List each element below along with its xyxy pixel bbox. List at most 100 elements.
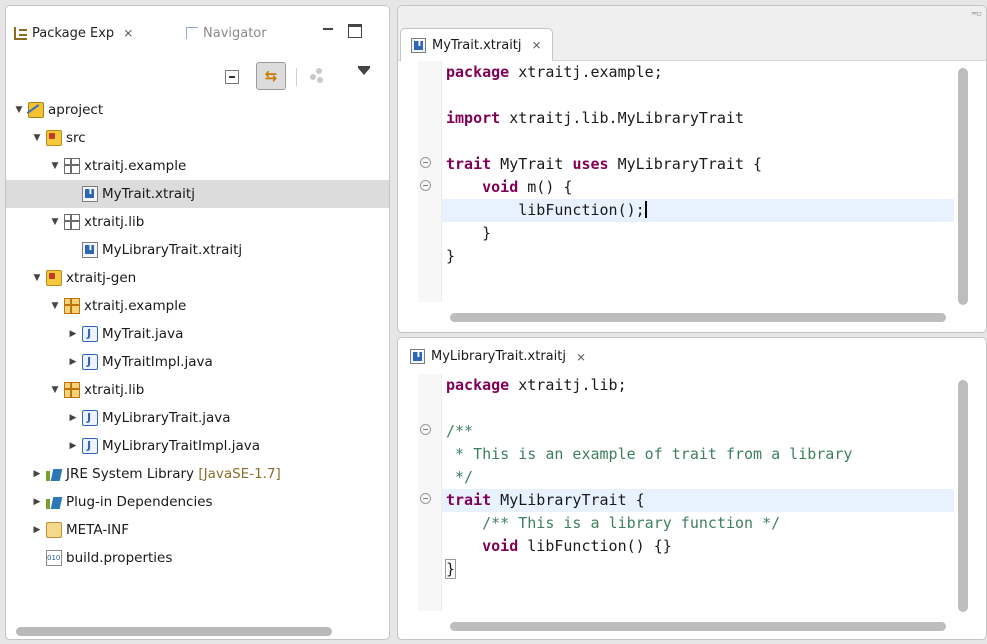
fold-toggle-icon[interactable] [420,180,431,191]
navigator-icon [186,27,198,39]
code-keyword: trait [446,491,492,509]
expanded-arrow-icon[interactable]: ▼ [50,217,60,227]
java-file-icon [82,438,98,454]
tree-item[interactable]: ▶ JRE System Library [JavaSE-1.7] [6,460,389,488]
tab-navigator-label: Navigator [203,25,267,41]
java-file-icon [82,326,98,342]
editor-area-controls-icon[interactable]: ═▫ [972,9,982,18]
tree-item-label: build.properties [66,550,173,566]
code-editor[interactable]: package xtraitj.example; import xtraitj.l… [418,61,954,302]
tree-item-label: MyTrait.java [102,326,184,342]
code-text: xtraitj.example; [509,63,663,81]
horizontal-scrollbar[interactable] [16,627,332,636]
code-line: * This is an example of trait from a lib… [442,443,954,466]
collapsed-arrow-icon[interactable]: ▶ [68,329,78,339]
focus-on-active-task-icon[interactable] [310,68,328,86]
close-icon[interactable]: ⨯ [532,38,542,52]
tree-item[interactable]: ▼ xtraitj-gen [6,264,389,292]
tree-item[interactable]: ▶ MyLibraryTraitImpl.java [6,432,389,460]
maximize-icon[interactable] [348,24,362,38]
code-text: libFunction(); [446,201,645,219]
fold-toggle-icon[interactable] [420,493,431,504]
code-line: } [442,558,954,581]
tree-item[interactable]: build.properties [6,544,389,572]
collapsed-arrow-icon[interactable]: ▶ [32,469,42,479]
tree-item[interactable]: ▶ MyTrait.java [6,320,389,348]
java-file-icon [82,410,98,426]
tree-item-label: Plug-in Dependencies [66,494,213,510]
generated-package-icon [64,382,80,398]
code-text: } [444,559,457,579]
tree-item-label: xtraitj.example [84,158,187,174]
fold-toggle-icon[interactable] [420,424,431,435]
code-line: package xtraitj.example; [442,61,954,84]
tree-item[interactable]: ▼ xtraitj.example [6,292,389,320]
link-with-editor-icon[interactable]: ⇆ [256,62,286,90]
library-icon [46,494,62,510]
expanded-arrow-icon[interactable]: ▼ [50,385,60,395]
tree-item[interactable]: ▶ MyLibraryTrait.java [6,404,389,432]
editor-tab-mytrait[interactable]: MyTrait.xtraitj ⨯ [400,28,553,61]
tree-item-label: src [66,130,86,146]
generated-package-icon [64,298,80,314]
tree-item-label: MyTrait.xtraitj [102,186,195,202]
fold-toggle-icon[interactable] [420,157,431,168]
editor-tab-mylibrarytrait[interactable]: MyLibraryTrait.xtraitj ⨯ [400,340,597,373]
collapsed-arrow-icon[interactable]: ▶ [68,357,78,367]
expanded-arrow-icon[interactable]: ▼ [50,301,60,311]
vertical-scrollbar[interactable] [958,68,968,305]
code-text: } [446,224,492,242]
tree-item[interactable]: ▶ MyTraitImpl.java [6,348,389,376]
expanded-arrow-icon[interactable]: ▼ [50,161,60,171]
horizontal-scrollbar[interactable] [450,622,946,631]
package-icon [64,158,80,174]
view-menu-icon[interactable] [358,66,370,75]
project-tree: ▼ aproject ▼ src ▼ xtraitj.example MyTrait.xtr… [6,96,389,572]
expanded-arrow-icon[interactable]: ▼ [14,105,24,115]
tree-item[interactable]: ▼ xtraitj.lib [6,376,389,404]
close-icon[interactable]: ⨯ [576,350,586,364]
tab-navigator[interactable]: Navigator [186,23,267,43]
code-lines: package xtraitj.example; import xtraitj.l… [420,61,954,268]
code-comment: */ [446,468,474,486]
tree-item[interactable]: MyLibraryTrait.xtraitj [6,236,389,264]
tree-item[interactable]: ▶ META-INF [6,516,389,544]
code-editor[interactable]: package xtraitj.lib; /** * This is an exa… [418,374,954,611]
collapsed-arrow-icon[interactable]: ▶ [32,497,42,507]
tree-item[interactable]: ▶ Plug-in Dependencies [6,488,389,516]
tree-item[interactable]: ▼ aproject [6,96,389,124]
tree-item-label: MyLibraryTrait.xtraitj [102,242,243,258]
tab-package-explorer[interactable]: Package Exp ⨯ [14,23,133,43]
code-text: MyLibraryTrait { [491,491,645,509]
collapsed-arrow-icon[interactable]: ▶ [68,413,78,423]
tree-item-label-group: JRE System Library [JavaSE-1.7] [66,466,281,482]
collapsed-arrow-icon[interactable]: ▶ [68,441,78,451]
tree-item[interactable]: MyTrait.xtraitj [6,180,389,208]
code-keyword: package [446,376,510,394]
tree-item-label: META-INF [66,522,130,538]
collapsed-arrow-icon[interactable]: ▶ [32,525,42,535]
code-line: } [442,245,954,268]
code-line: } [442,222,954,245]
view-toolbar: ⇆ [6,60,389,96]
horizontal-scrollbar[interactable] [450,313,946,322]
minimize-icon[interactable] [321,24,335,38]
editor-mytrait: ═▫ MyTrait.xtraitj ⨯ package xtraitj.exa… [397,5,987,333]
collapse-all-icon[interactable] [225,70,239,84]
vertical-scrollbar[interactable] [958,380,968,612]
source-folder-icon [46,270,62,286]
tree-item[interactable]: ▼ src [6,124,389,152]
code-line: libFunction(); [442,199,954,222]
tree-item[interactable]: ▼ xtraitj.example [6,152,389,180]
close-icon[interactable]: ⨯ [123,26,133,40]
tree-item[interactable]: ▼ xtraitj.lib [6,208,389,236]
code-line: package xtraitj.lib; [442,374,954,397]
expanded-arrow-icon[interactable]: ▼ [32,273,42,283]
expanded-arrow-icon[interactable]: ▼ [32,133,42,143]
xtraitj-file-icon [410,349,425,364]
code-text: xtraitj.lib.MyLibraryTrait [500,109,745,127]
